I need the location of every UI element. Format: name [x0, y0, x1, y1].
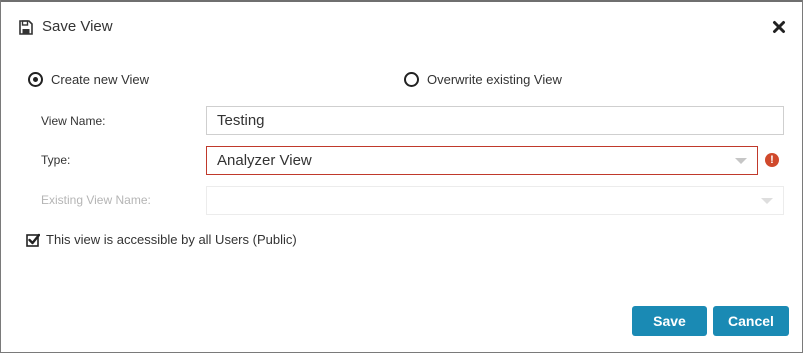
floppy-disk-icon [19, 20, 33, 35]
type-select[interactable]: Analyzer View [206, 146, 758, 175]
dialog-header: Save View [1, 0, 802, 56]
radio-button-checked[interactable] [28, 72, 43, 87]
view-name-input[interactable]: Testing [206, 106, 784, 135]
radio-create-new-view[interactable]: Create new View [28, 72, 149, 87]
radio-button-unchecked[interactable] [404, 72, 419, 87]
radio-label-overwrite: Overwrite existing View [427, 72, 562, 87]
close-icon[interactable] [771, 19, 787, 35]
radio-label-create-new: Create new View [51, 72, 150, 87]
view-name-label: View Name: [41, 114, 106, 128]
type-select-value: Analyzer View [217, 152, 312, 169]
public-access-label: This view is accessible by all Users (Pu… [46, 232, 297, 247]
existing-view-name-select [206, 186, 784, 215]
cancel-button[interactable]: Cancel [713, 306, 789, 336]
save-view-dialog: Save View Create new View Overwrite exis… [0, 0, 803, 353]
save-button[interactable]: Save [632, 306, 707, 336]
type-label: Type: [41, 153, 71, 167]
public-access-checkbox-row[interactable]: This view is accessible by all Users (Pu… [26, 232, 297, 247]
chevron-down-icon [735, 158, 747, 164]
dialog-title: Save View [42, 18, 113, 35]
exclamation-circle-icon: ! [765, 153, 779, 167]
chevron-down-icon [761, 198, 773, 204]
existing-view-name-label: Existing View Name: [41, 193, 151, 207]
checkbox-checked-icon[interactable] [26, 233, 40, 247]
radio-overwrite-existing-view[interactable]: Overwrite existing View [404, 72, 562, 87]
